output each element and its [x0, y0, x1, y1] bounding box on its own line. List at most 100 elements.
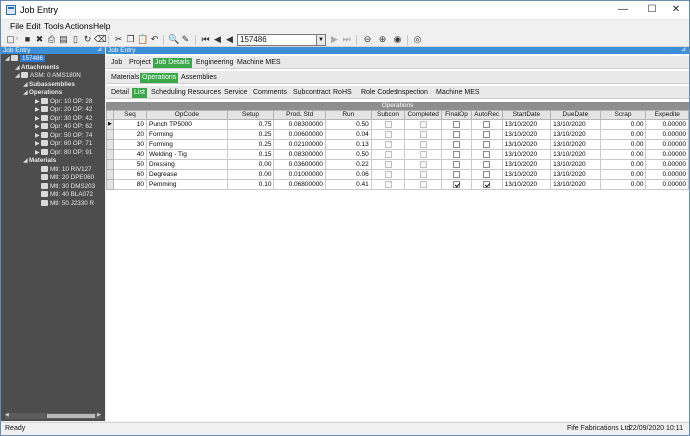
column-header-subcon[interactable]: Subcon [370, 110, 406, 120]
cell-run[interactable]: 0.41 [324, 179, 372, 190]
cell-start[interactable]: 13/10/2020 [501, 129, 552, 140]
autorec-checkbox[interactable] [483, 170, 491, 178]
tree-node[interactable]: ▶ Opr: 40 OP: 62 [35, 123, 92, 131]
subcon-checkbox[interactable] [384, 160, 392, 168]
job-number-dropdown-icon[interactable]: ▼ [317, 34, 326, 46]
cell-prod-std[interactable]: 0.02100000 [273, 139, 326, 150]
cell-scrap[interactable]: 0.00 [599, 159, 647, 170]
copy-icon[interactable]: ❐ [125, 34, 136, 45]
back-icon[interactable]: ⊖ [362, 34, 373, 45]
tab-project[interactable]: Project [127, 58, 153, 68]
cell-run[interactable]: 0.13 [324, 139, 372, 150]
tree-node[interactable]: ▶ Opr: 50 OP: 74 [35, 132, 92, 140]
cell-seq[interactable]: 30 [112, 139, 148, 150]
previous-record-icon[interactable]: ◀ [212, 34, 223, 45]
close-button[interactable]: ✕ [663, 3, 689, 17]
tab-list[interactable]: List [132, 88, 147, 98]
column-header-run[interactable]: Run [324, 110, 372, 120]
tab-machine-mes[interactable]: Machine MES [434, 88, 482, 98]
search-icon[interactable]: 🔍 [168, 34, 179, 45]
subcon-checkbox[interactable] [384, 130, 392, 138]
tree-node[interactable]: Mtl: 20 DPE060 [35, 174, 94, 182]
finalop-checkbox[interactable] [452, 160, 460, 168]
refresh-icon[interactable]: ↻ [82, 34, 93, 45]
cell-setup[interactable]: 0.00 [226, 169, 275, 180]
autorec-checkbox[interactable] [483, 150, 491, 158]
cell-setup[interactable]: 0.15 [226, 149, 275, 160]
cell-prod-std[interactable]: 0.01000000 [273, 169, 326, 180]
tab-scheduling-resources[interactable]: Scheduling Resources [149, 88, 223, 98]
completed-checkbox[interactable] [419, 160, 427, 168]
cell-expedite[interactable]: 0.00000 [645, 149, 689, 160]
pin-icon[interactable]: ⊿ [681, 47, 686, 54]
cell-start[interactable]: 13/10/2020 [501, 179, 552, 190]
menu-file[interactable]: File [10, 21, 24, 31]
cell-setup[interactable]: 0.25 [226, 139, 275, 150]
finalop-checkbox[interactable] [452, 140, 460, 148]
next-page-icon[interactable]: ▶ [329, 34, 340, 45]
print-icon[interactable]: ⎙ [46, 34, 57, 45]
cell-scrap[interactable]: 0.00 [599, 179, 647, 190]
cell-run[interactable]: 0.50 [324, 119, 372, 130]
completed-checkbox[interactable] [419, 120, 427, 128]
minimize-button[interactable]: — [610, 3, 636, 17]
tree-node[interactable]: ▶ Opr: 10 OP: 28 [35, 98, 92, 106]
forward-icon[interactable]: ⊕ [377, 34, 388, 45]
completed-checkbox[interactable] [419, 180, 427, 188]
save-icon[interactable]: ■ [22, 34, 33, 45]
help-icon[interactable]: ◎ [412, 34, 423, 45]
column-header-expedite[interactable]: Expedite [645, 110, 689, 120]
cell-opcode[interactable]: Welding - Tig [146, 149, 228, 160]
clear-icon[interactable]: ⌫ [94, 34, 107, 45]
first-record-icon[interactable]: ⏮ [200, 34, 211, 45]
autorec-checkbox[interactable] [483, 130, 491, 138]
cell-expedite[interactable]: 0.00000 [645, 159, 689, 170]
tab-service[interactable]: Service [222, 88, 249, 98]
subcon-checkbox[interactable] [384, 180, 392, 188]
job-number-input[interactable]: 157486 [237, 34, 317, 46]
stop-icon[interactable]: ◉ [392, 34, 403, 45]
tree-node[interactable]: ◢Operations [23, 89, 62, 97]
paste-icon[interactable]: 📋 [137, 34, 148, 45]
tree-node[interactable]: ◢Subassemblies [23, 81, 75, 89]
tab-inspection[interactable]: Inspection [394, 88, 430, 98]
tab-job[interactable]: Job [109, 58, 124, 68]
completed-checkbox[interactable] [419, 130, 427, 138]
subcon-checkbox[interactable] [384, 120, 392, 128]
tree-node[interactable]: Mtl: 50 J2330 R [35, 200, 94, 208]
autorec-checkbox[interactable] [483, 180, 491, 188]
cell-seq[interactable]: 60 [112, 169, 148, 180]
tree-node[interactable]: ◢ 157486 [5, 55, 46, 63]
menu-tools[interactable]: Tools [44, 21, 64, 31]
subcon-checkbox[interactable] [384, 170, 392, 178]
tree-node[interactable]: ▶ Opr: 80 OP: 91 [35, 149, 92, 157]
cell-opcode[interactable]: Degrease [146, 169, 228, 180]
cell-setup[interactable]: 0.10 [226, 179, 275, 190]
tree-node[interactable]: ▶ Opr: 20 OP: 42 [35, 106, 92, 114]
completed-checkbox[interactable] [419, 170, 427, 178]
column-header-setup[interactable]: Setup [226, 110, 275, 120]
cell-setup[interactable]: 0.75 [226, 119, 275, 130]
subcon-checkbox[interactable] [384, 140, 392, 148]
tree-node[interactable]: ◢Attachments [15, 64, 59, 72]
undo-icon[interactable]: ↶ [149, 34, 160, 45]
finalop-checkbox[interactable] [452, 170, 460, 178]
cell-opcode[interactable]: Dressing [146, 159, 228, 170]
cell-due[interactable]: 13/10/2020 [550, 179, 601, 190]
cell-scrap[interactable]: 0.00 [599, 129, 647, 140]
cell-run[interactable]: 0.22 [324, 159, 372, 170]
tab-rohs[interactable]: RoHS [331, 88, 354, 98]
tab-machine-mes[interactable]: Machine MES [235, 58, 283, 68]
tab-materials[interactable]: Materials [109, 73, 141, 83]
cell-due[interactable]: 13/10/2020 [550, 149, 601, 160]
cell-expedite[interactable]: 0.00000 [645, 139, 689, 150]
table-row[interactable]: 30 Forming 0.25 0.02100000 0.13 13/10/2020 13/… [106, 139, 689, 150]
column-header-seq[interactable]: Seq [112, 110, 148, 120]
cell-expedite[interactable]: 0.00000 [645, 119, 689, 130]
cell-scrap[interactable]: 0.00 [599, 139, 647, 150]
scroll-left-icon[interactable]: ◀ [5, 412, 9, 418]
tree-node[interactable]: ▶ Opr: 30 OP: 42 [35, 115, 92, 123]
cell-setup[interactable]: 0.25 [226, 129, 275, 140]
subcon-checkbox[interactable] [384, 150, 392, 158]
cell-start[interactable]: 13/10/2020 [501, 159, 552, 170]
